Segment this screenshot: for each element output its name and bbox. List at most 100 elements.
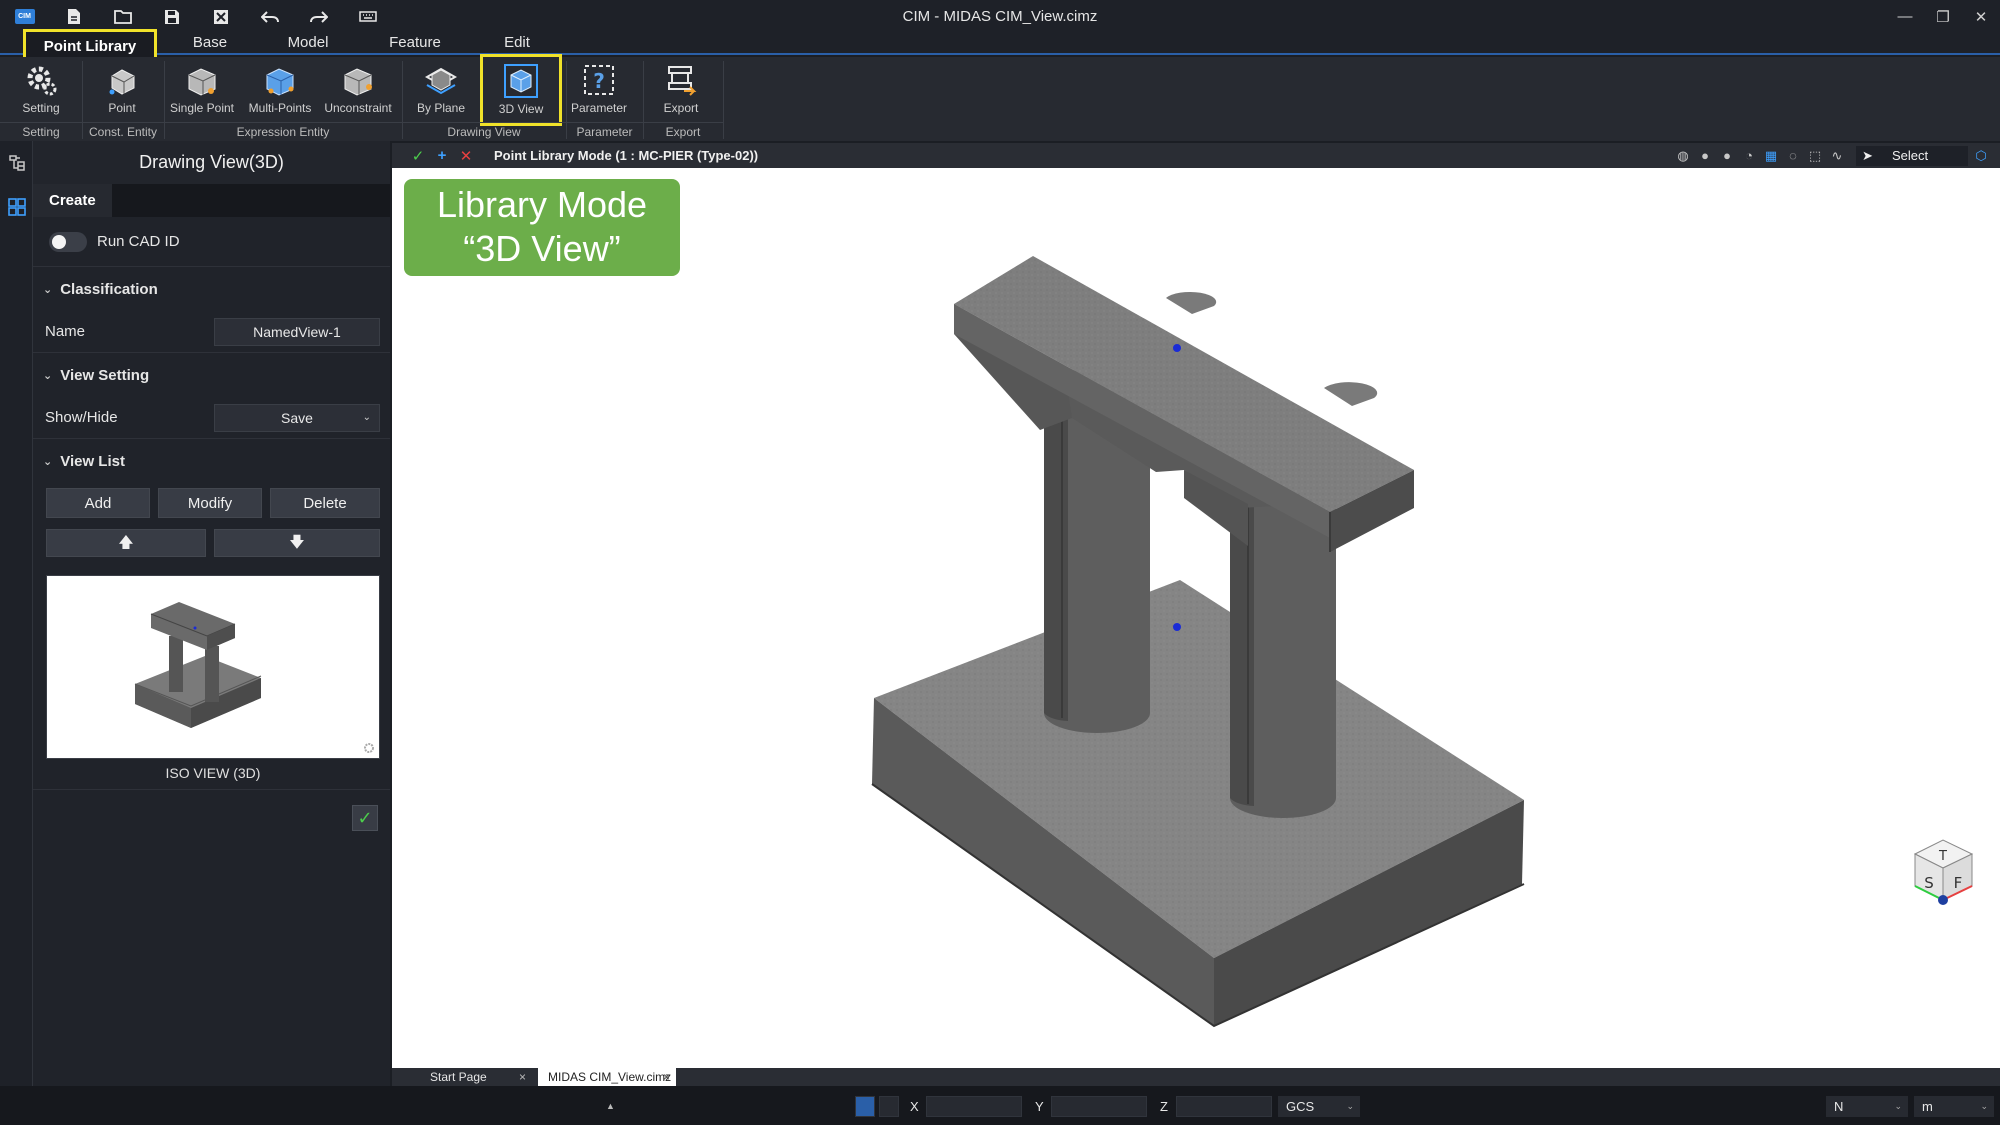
view-list-actions: Add Modify Delete bbox=[33, 483, 390, 525]
status-bar: ▲ X Y Z GCS ⌄ N ⌄ m ⌄ bbox=[0, 1086, 2000, 1125]
by-plane-icon bbox=[421, 61, 461, 99]
polygon-select-icon[interactable]: ⬚ bbox=[1806, 147, 1824, 165]
group-const-entity: Const. Entity bbox=[82, 122, 164, 141]
run-cad-id-toggle[interactable] bbox=[49, 231, 87, 252]
3d-viewport[interactable]: Library Mode “3D View” T S F bbox=[392, 168, 2000, 1068]
minimize-icon[interactable]: — bbox=[1886, 0, 1924, 33]
apply-button[interactable]: ✓ bbox=[352, 805, 378, 831]
move-up-button[interactable]: 🡅 bbox=[46, 529, 206, 557]
group-parameter: Parameter bbox=[566, 122, 643, 141]
by-plane-button[interactable]: By Plane bbox=[405, 61, 477, 121]
view-cube-toggle-icon[interactable]: ⬡ bbox=[1972, 147, 1990, 165]
caret-up-icon[interactable]: ▲ bbox=[606, 1096, 615, 1117]
tab-feature[interactable]: Feature bbox=[385, 34, 445, 54]
thumbnail-label: ISO VIEW (3D) bbox=[165, 765, 261, 781]
cube-face-top[interactable]: T bbox=[1938, 849, 1947, 864]
cube-face-front[interactable]: F bbox=[1954, 874, 1963, 892]
undo-icon[interactable] bbox=[245, 0, 294, 33]
shading-icon[interactable]: ● bbox=[1696, 147, 1714, 165]
coord-system-select[interactable]: GCS ⌄ bbox=[1278, 1096, 1360, 1117]
select-mode-dropdown[interactable]: ➤ Select bbox=[1856, 145, 1968, 166]
x-coordinate-input[interactable] bbox=[926, 1096, 1022, 1117]
move-down-button[interactable]: 🡇 bbox=[214, 529, 380, 557]
viewport-toolbar: ✓ + ✕ Point Library Mode (1 : MC-PIER (T… bbox=[392, 143, 2000, 168]
force-unit-select[interactable]: N ⌄ bbox=[1826, 1096, 1908, 1117]
document-tabs: Start Page × MIDAS CIM_View.cimz × bbox=[392, 1068, 2000, 1086]
tab-midas-cim-view[interactable]: MIDAS CIM_View.cimz × bbox=[538, 1068, 676, 1086]
close-window-icon[interactable]: ✕ bbox=[1962, 0, 2000, 33]
redo-icon[interactable] bbox=[294, 0, 343, 33]
y-coordinate-input[interactable] bbox=[1051, 1096, 1147, 1117]
setting-button[interactable]: Setting bbox=[5, 61, 77, 121]
name-label: Name bbox=[45, 323, 86, 340]
ribbon: Setting Point Single Point Multi-Points bbox=[0, 54, 2000, 141]
cursor-icon: ➤ bbox=[1862, 147, 1873, 163]
close-tab-icon[interactable]: × bbox=[519, 1068, 526, 1086]
shaded-edges-icon[interactable]: ● bbox=[1718, 147, 1736, 165]
chevron-down-icon: ⌄ bbox=[43, 455, 53, 468]
y-label: Y bbox=[1035, 1099, 1044, 1114]
delete-button[interactable]: Delete bbox=[270, 488, 380, 518]
svg-text:?: ? bbox=[593, 69, 605, 93]
restore-icon[interactable]: ❐ bbox=[1924, 0, 1962, 33]
left-side-strip bbox=[0, 141, 33, 1086]
z-coordinate-input[interactable] bbox=[1176, 1096, 1272, 1117]
add-button[interactable]: Add bbox=[46, 488, 150, 518]
view-cube[interactable]: T S F bbox=[1913, 839, 1974, 905]
show-hide-label: Show/Hide bbox=[45, 409, 118, 426]
ortho-icon[interactable] bbox=[879, 1096, 899, 1117]
viewport-tools: ◍ ● ● ◔ ▦ ◌ ⬚ ∿ ➤ Select ⬡ bbox=[1674, 143, 1990, 168]
view-orbit-icon[interactable]: ◍ bbox=[1674, 147, 1692, 165]
property-panel-icon[interactable] bbox=[0, 185, 33, 229]
snap-icon[interactable] bbox=[855, 1096, 875, 1117]
modify-button[interactable]: Modify bbox=[158, 488, 262, 518]
plus-icon[interactable]: + bbox=[430, 145, 454, 167]
z-label: Z bbox=[1160, 1099, 1168, 1114]
keyboard-icon[interactable] bbox=[343, 0, 392, 33]
group-setting: Setting bbox=[0, 122, 82, 141]
chevron-down-icon: ⌄ bbox=[43, 283, 53, 296]
cancel-icon[interactable]: ✕ bbox=[454, 145, 478, 167]
tab-edit[interactable]: Edit bbox=[487, 34, 547, 54]
close-tab-icon[interactable]: × bbox=[663, 1068, 670, 1086]
panel-title: Drawing View(3D) bbox=[33, 141, 390, 184]
chevron-down-icon: ⌄ bbox=[1894, 1101, 1902, 1111]
multi-points-icon bbox=[260, 61, 300, 99]
menu-bar: Point Library Base Model Feature Edit bbox=[0, 29, 2000, 61]
3d-view-button[interactable]: 3D View bbox=[480, 54, 562, 126]
polyline-select-icon[interactable]: ∿ bbox=[1828, 147, 1846, 165]
pier-model[interactable] bbox=[871, 256, 1525, 1028]
classification-header[interactable]: ⌄ Classification bbox=[33, 267, 390, 311]
thumbnail-settings-icon bbox=[364, 743, 374, 753]
view-thumbnail[interactable] bbox=[46, 575, 380, 759]
tab-model[interactable]: Model bbox=[278, 34, 338, 54]
single-point-button[interactable]: Single Point bbox=[166, 61, 238, 121]
x-label: X bbox=[910, 1099, 919, 1114]
tree-view-icon[interactable] bbox=[0, 141, 33, 185]
close-file-icon[interactable] bbox=[196, 0, 245, 33]
tab-create[interactable]: Create bbox=[33, 184, 112, 217]
circle-select-icon[interactable]: ◌ bbox=[1784, 147, 1802, 165]
mode-text: Point Library Mode (1 : MC-PIER (Type-02… bbox=[494, 148, 759, 163]
name-row: Name NamedView-1 bbox=[33, 311, 390, 353]
parameter-icon: ? bbox=[579, 61, 619, 99]
confirm-icon[interactable]: ✓ bbox=[406, 145, 430, 167]
chevron-down-icon: ⌄ bbox=[1346, 1101, 1354, 1111]
tab-start-page[interactable]: Start Page × bbox=[412, 1068, 532, 1086]
box-select-icon[interactable]: ▦ bbox=[1762, 147, 1780, 165]
wireframe-icon[interactable]: ◔ bbox=[1740, 147, 1758, 165]
arrow-up-icon: 🡅 bbox=[118, 534, 134, 551]
export-icon bbox=[661, 61, 701, 99]
multi-points-button[interactable]: Multi-Points bbox=[244, 61, 316, 121]
show-hide-select[interactable]: Save ⌄ bbox=[214, 403, 380, 432]
cube-face-side[interactable]: S bbox=[1924, 874, 1934, 892]
point-button[interactable]: Point bbox=[86, 61, 158, 121]
parameter-button[interactable]: ? Parameter bbox=[563, 61, 635, 121]
tab-base[interactable]: Base bbox=[180, 34, 240, 54]
view-list-header[interactable]: ⌄ View List bbox=[33, 439, 390, 483]
unconstraint-button[interactable]: Unconstraint bbox=[322, 61, 394, 121]
export-button[interactable]: Export bbox=[645, 61, 717, 121]
view-setting-header[interactable]: ⌄ View Setting bbox=[33, 353, 390, 397]
name-field[interactable]: NamedView-1 bbox=[214, 317, 380, 346]
length-unit-select[interactable]: m ⌄ bbox=[1914, 1096, 1994, 1117]
